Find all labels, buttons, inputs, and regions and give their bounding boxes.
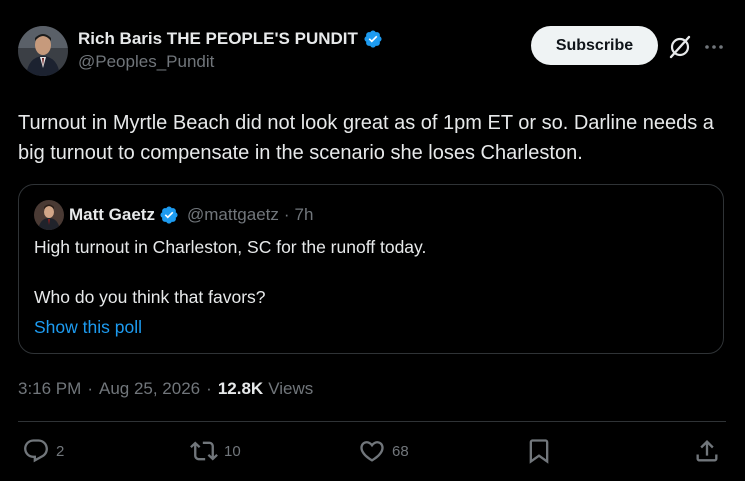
quoted-tweet-line-2: Who do you think that favors? [34, 287, 266, 307]
show-poll-link[interactable]: Show this poll [34, 317, 142, 338]
divider [18, 421, 726, 422]
like-button[interactable]: 68 [358, 437, 409, 465]
repost-icon [190, 441, 218, 461]
views-label: Views [268, 379, 314, 398]
bookmark-button[interactable] [525, 437, 553, 465]
views-count: 12.8K [217, 379, 264, 398]
quoted-author-handle: @mattgaetz [186, 205, 279, 224]
verified-badge-icon [364, 30, 382, 48]
meta-separator: · [87, 379, 93, 398]
repost-count: 10 [224, 442, 241, 460]
author-handle[interactable]: @Peoples_Pundit [78, 52, 214, 72]
quoted-tweet-card[interactable]: Matt Gaetz @mattgaetz · 7h High turnout … [18, 184, 724, 354]
quoted-tweet-time: 7h [294, 205, 314, 224]
quoted-author-name: Matt Gaetz [69, 205, 155, 224]
repost-button[interactable]: 10 [190, 437, 241, 465]
author-avatar[interactable] [18, 26, 68, 76]
subscribe-button[interactable]: Subscribe [531, 26, 658, 65]
tweet-meta: 3:16 PM · Aug 25, 2026 · 12.8K Views [18, 377, 313, 401]
reply-count: 2 [56, 442, 65, 460]
tweet-text: Turnout in Myrtle Beach did not look gre… [18, 112, 714, 164]
verified-badge-icon [160, 206, 178, 224]
reply-icon [24, 439, 48, 463]
like-count: 68 [392, 442, 409, 460]
tweet-date[interactable]: Aug 25, 2026 [99, 379, 200, 399]
author-name[interactable]: Rich Baris THE PEOPLE'S PUNDIT [78, 29, 358, 49]
reply-button[interactable]: 2 [22, 437, 64, 465]
quoted-tweet-header: Matt Gaetz @mattgaetz · 7h [34, 200, 313, 230]
like-icon [360, 441, 384, 462]
more-options-icon[interactable] [703, 36, 725, 58]
tweet-time[interactable]: 3:16 PM [18, 379, 81, 399]
quoted-author-avatar [34, 200, 64, 230]
quoted-tweet-line-1: High turnout in Charleston, SC for the r… [34, 237, 427, 257]
share-icon [696, 440, 718, 462]
bookmark-icon [529, 439, 549, 464]
meta-separator: · [206, 379, 212, 398]
author-name-row[interactable]: Rich Baris THE PEOPLE'S PUNDIT [78, 27, 383, 51]
share-button[interactable] [693, 437, 721, 465]
quoted-time-separator: · [283, 205, 290, 224]
grok-icon[interactable] [667, 34, 693, 60]
